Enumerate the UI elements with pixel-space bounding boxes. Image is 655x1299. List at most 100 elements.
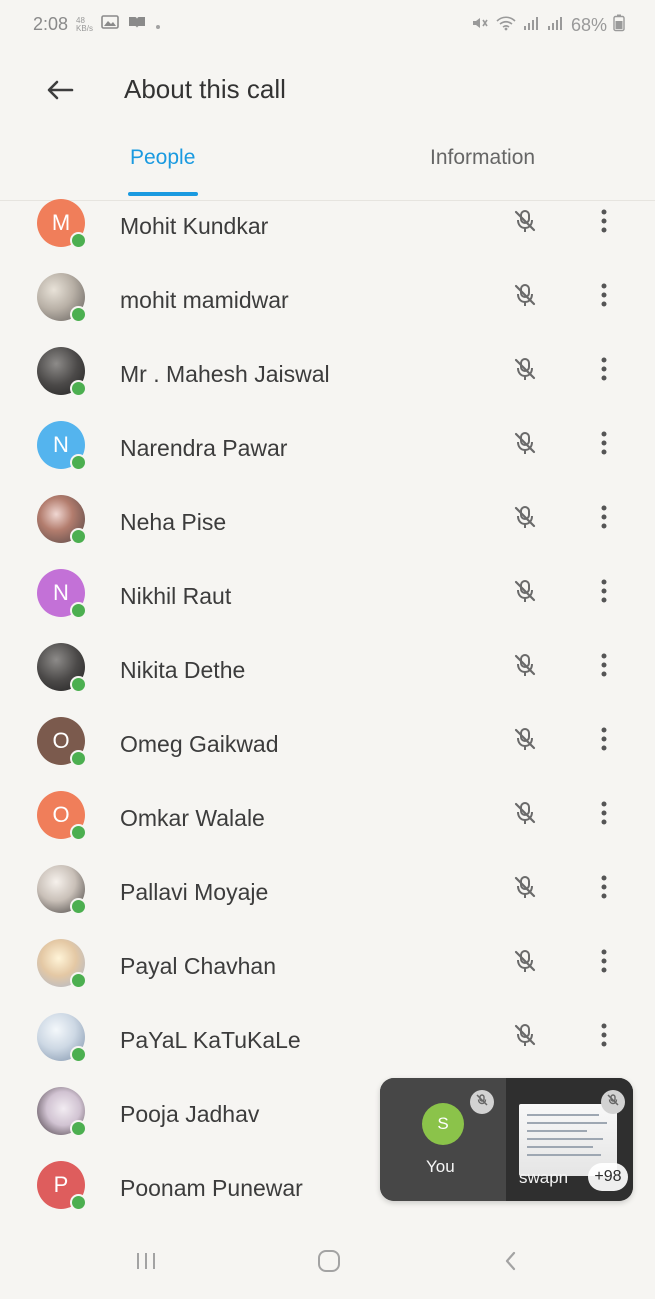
avatar[interactable] xyxy=(37,1013,87,1063)
person-row[interactable]: PaYaL KaTuKaLe xyxy=(0,1003,655,1073)
mic-off-button[interactable] xyxy=(507,723,543,759)
mic-off-icon xyxy=(512,1022,538,1053)
pip-other-tile[interactable]: swapn +98 xyxy=(506,1078,633,1201)
avatar[interactable] xyxy=(37,939,87,989)
avatar[interactable]: N xyxy=(37,569,87,619)
avatar-letter: M xyxy=(51,210,71,235)
avatar[interactable] xyxy=(37,1087,87,1137)
person-name: PaYaL KaTuKaLe xyxy=(120,1027,301,1053)
avatar[interactable]: P xyxy=(37,1161,87,1211)
avatar[interactable] xyxy=(37,495,87,545)
avatar[interactable]: O xyxy=(37,791,87,841)
mute-icon xyxy=(471,15,489,36)
more-vert-icon xyxy=(600,208,608,239)
more-options-button[interactable] xyxy=(589,499,619,539)
mic-off-button[interactable] xyxy=(507,353,543,389)
online-status-icon xyxy=(70,824,87,841)
more-options-button[interactable] xyxy=(589,203,619,243)
more-options-button[interactable] xyxy=(589,277,619,317)
more-vert-icon xyxy=(600,356,608,387)
more-options-button[interactable] xyxy=(589,1017,619,1057)
avatar[interactable] xyxy=(37,643,87,693)
person-name: Pooja Jadhav xyxy=(120,1101,260,1127)
avatar[interactable] xyxy=(37,865,87,915)
avatar[interactable] xyxy=(37,273,87,323)
mic-off-button[interactable] xyxy=(507,575,543,611)
online-status-icon xyxy=(70,750,87,767)
data-rate-unit: KB/s xyxy=(76,23,93,33)
tab-people[interactable]: People xyxy=(130,146,195,170)
person-row[interactable]: M Mohit Kundkar xyxy=(0,189,655,259)
status-right: 68% xyxy=(471,14,625,37)
pip-self-tile[interactable]: S You xyxy=(380,1078,506,1201)
picture-in-picture-window[interactable]: S You swapn +98 xyxy=(380,1078,633,1201)
mic-off-button[interactable] xyxy=(507,279,543,315)
person-name: Mr . Mahesh Jaiswal xyxy=(120,361,330,387)
more-options-button[interactable] xyxy=(589,573,619,613)
mic-off-button[interactable] xyxy=(507,1019,543,1055)
online-status-icon xyxy=(70,676,87,693)
mic-off-icon xyxy=(512,208,538,239)
mic-off-icon xyxy=(512,652,538,683)
avatar-letter: N xyxy=(53,580,69,605)
mic-off-button[interactable] xyxy=(507,871,543,907)
more-options-button[interactable] xyxy=(589,869,619,909)
mic-off-button[interactable] xyxy=(507,649,543,685)
recent-apps-button[interactable] xyxy=(126,1243,166,1283)
mic-off-button[interactable] xyxy=(507,945,543,981)
avatar[interactable]: M xyxy=(37,199,87,249)
status-bar: 2:08 48 KB/s 68% xyxy=(0,0,655,50)
mic-off-icon xyxy=(512,578,538,609)
back-nav-button[interactable] xyxy=(491,1243,531,1283)
home-button[interactable] xyxy=(309,1243,349,1283)
mic-off-button[interactable] xyxy=(507,205,543,241)
person-row[interactable]: Mr . Mahesh Jaiswal xyxy=(0,337,655,407)
online-status-icon xyxy=(70,602,87,619)
more-options-button[interactable] xyxy=(589,351,619,391)
online-status-icon xyxy=(70,380,87,397)
more-options-button[interactable] xyxy=(589,647,619,687)
person-row[interactable]: N Narendra Pawar xyxy=(0,411,655,481)
person-row[interactable]: N Nikhil Raut xyxy=(0,559,655,629)
tab-information[interactable]: Information xyxy=(430,146,535,170)
person-row[interactable]: Payal Chavhan xyxy=(0,929,655,999)
person-name: Omeg Gaikwad xyxy=(120,731,279,757)
avatar[interactable]: O xyxy=(37,717,87,767)
back-button[interactable] xyxy=(40,72,80,112)
dot-icon xyxy=(155,14,161,35)
avatar-letter: N xyxy=(53,432,69,457)
more-options-button[interactable] xyxy=(589,943,619,983)
pip-self-mute-button[interactable] xyxy=(470,1090,494,1114)
more-options-button[interactable] xyxy=(589,425,619,465)
pip-other-mute-button[interactable] xyxy=(601,1090,625,1114)
person-row[interactable]: Nikita Dethe xyxy=(0,633,655,703)
person-row[interactable]: Pallavi Moyaje xyxy=(0,855,655,925)
self-avatar-letter: S xyxy=(437,1114,449,1133)
more-vert-icon xyxy=(600,726,608,757)
more-vert-icon xyxy=(600,282,608,313)
mic-off-icon xyxy=(512,948,538,979)
more-vert-icon xyxy=(600,874,608,905)
person-name: Narendra Pawar xyxy=(120,435,288,461)
avatar[interactable] xyxy=(37,347,87,397)
person-row[interactable]: mohit mamidwar xyxy=(0,263,655,333)
book-icon xyxy=(127,14,147,35)
more-vert-icon xyxy=(600,1022,608,1053)
person-row[interactable]: O Omkar Walale xyxy=(0,781,655,851)
person-name: Mohit Kundkar xyxy=(120,213,269,239)
mic-off-button[interactable] xyxy=(507,427,543,463)
battery-text: 68% xyxy=(570,15,607,35)
mic-off-button[interactable] xyxy=(507,501,543,537)
person-row[interactable]: O Omeg Gaikwad xyxy=(0,707,655,777)
person-name: Nikhil Raut xyxy=(120,583,232,609)
mic-off-icon xyxy=(512,800,538,831)
people-list[interactable]: M Mohit Kundkar mohit mamidwar Mr . Mahe… xyxy=(0,189,655,1219)
mic-off-button[interactable] xyxy=(507,797,543,833)
avatar[interactable]: N xyxy=(37,421,87,471)
online-status-icon xyxy=(70,1120,87,1137)
status-time: 2:08 xyxy=(33,14,69,34)
mic-off-icon xyxy=(512,504,538,535)
person-row[interactable]: Neha Pise xyxy=(0,485,655,555)
more-options-button[interactable] xyxy=(589,795,619,835)
more-options-button[interactable] xyxy=(589,721,619,761)
